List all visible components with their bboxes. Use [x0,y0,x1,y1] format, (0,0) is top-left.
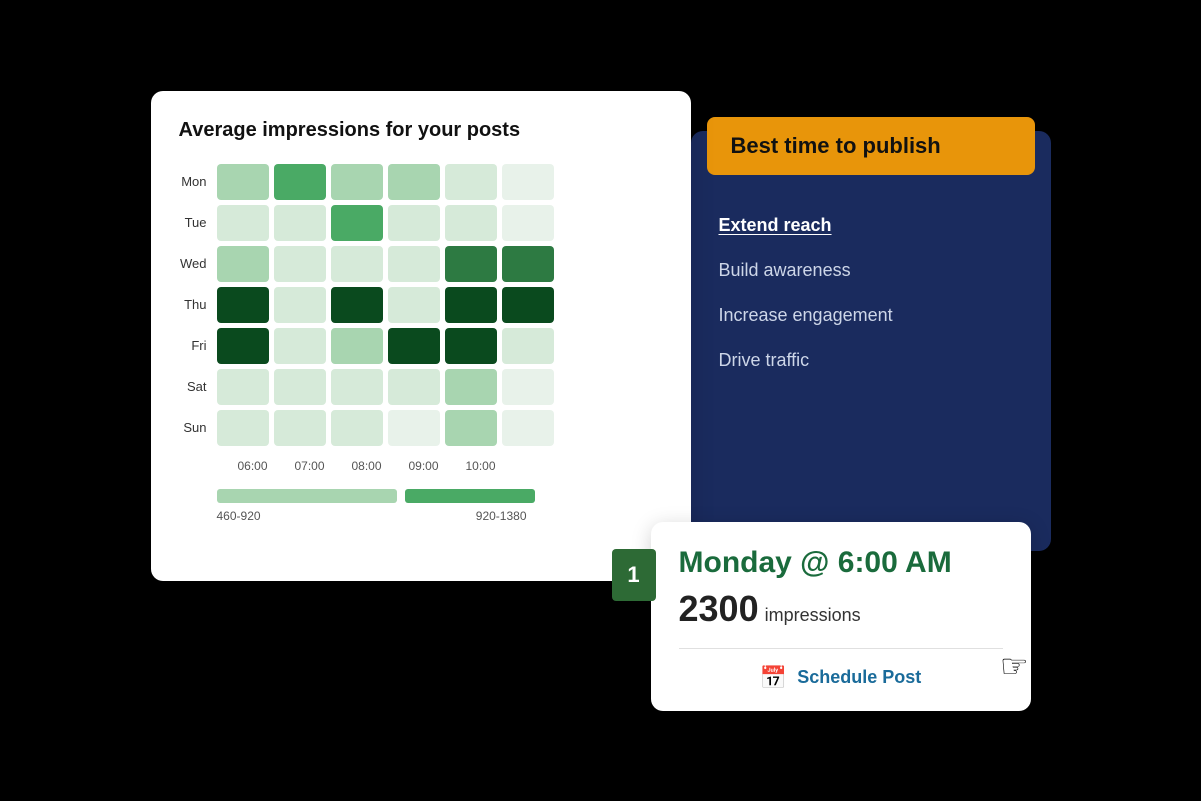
heatmap-grid: Mon Tue [179,164,659,451]
day-label-sat: Sat [179,379,217,394]
cell [331,246,383,282]
cell [502,164,554,200]
heatmap-row-tue: Tue [179,205,659,241]
day-label-fri: Fri [179,338,217,353]
best-time-text: Best time to publish [731,133,941,158]
menu-item-extend-reach[interactable]: Extend reach [719,203,1023,248]
cell [388,369,440,405]
time-label-1000: 10:00 [455,459,507,473]
result-divider [679,648,1003,649]
cell [274,287,326,323]
cell [502,328,554,364]
cell [502,287,554,323]
cell [331,287,383,323]
legend-bars [217,489,659,503]
menu-item-build-awareness[interactable]: Build awareness [719,248,1023,293]
cell [331,410,383,446]
cell [388,410,440,446]
cell [274,205,326,241]
cell [445,287,497,323]
cell [502,246,554,282]
cell [217,205,269,241]
legend-area: 460-920 920-1380 [179,489,659,523]
result-impressions: 2300 impressions [679,588,1003,630]
cell [445,205,497,241]
day-label-wed: Wed [179,256,217,271]
result-card: Monday @ 6:00 AM 2300 impressions 📅 Sche… [651,522,1031,711]
rank-badge: 1 [612,549,656,601]
time-label-0900: 09:00 [398,459,450,473]
calendar-icon: 📅 [760,665,787,691]
menu-item-increase-engagement[interactable]: Increase engagement [719,293,1023,338]
heatmap-row-sun: Sun [179,410,659,446]
time-labels: 06:00 07:00 08:00 09:00 10:00 [179,459,659,473]
cell [274,410,326,446]
schedule-post-button[interactable]: 📅 Schedule Post [679,665,1003,691]
schedule-label: Schedule Post [797,667,921,688]
day-label-thu: Thu [179,297,217,312]
cell [331,164,383,200]
heatmap-row-sat: Sat [179,369,659,405]
cell [217,410,269,446]
menu-list: Extend reach Build awareness Increase en… [691,175,1051,403]
heatmap-row-wed: Wed [179,246,659,282]
cell [388,205,440,241]
cell [274,164,326,200]
result-impressions-label: impressions [765,605,861,626]
heatmap-card: Average impressions for your posts Mon T… [151,91,691,581]
heatmap-row-mon: Mon [179,164,659,200]
cell [445,410,497,446]
cell [388,246,440,282]
best-time-banner: Best time to publish [707,117,1035,175]
time-label-0700: 07:00 [284,459,336,473]
cell [274,246,326,282]
legend-label-high: 920-1380 [397,509,527,523]
cursor-icon: ☞ [1000,647,1029,685]
heatmap-title: Average impressions for your posts [179,119,659,142]
cell [388,328,440,364]
cell [502,369,554,405]
cell [217,287,269,323]
cell [388,164,440,200]
cell [445,369,497,405]
day-label-tue: Tue [179,215,217,230]
cell [445,164,497,200]
cell [445,246,497,282]
day-label-sun: Sun [179,420,217,435]
cell [502,205,554,241]
cell [331,205,383,241]
time-label-0800: 08:00 [341,459,393,473]
blue-card: Best time to publish Extend reach Build … [691,131,1051,551]
cell [217,328,269,364]
legend-bar-high [405,489,535,503]
heatmap-row-fri: Fri [179,328,659,364]
cell [331,328,383,364]
cell [274,328,326,364]
result-number: 2300 [679,588,759,630]
menu-item-drive-traffic[interactable]: Drive traffic [719,338,1023,383]
legend-label-low: 460-920 [217,509,397,523]
legend-labels: 460-920 920-1380 [217,509,659,523]
time-label-0600: 06:00 [227,459,279,473]
cell [217,164,269,200]
cell [388,287,440,323]
cell [445,328,497,364]
cell [217,369,269,405]
legend-bar-low [217,489,397,503]
day-label-mon: Mon [179,174,217,189]
cell [502,410,554,446]
result-day-time: Monday @ 6:00 AM [679,546,1003,580]
cell [217,246,269,282]
cell [331,369,383,405]
cell [274,369,326,405]
heatmap-row-thu: Thu [179,287,659,323]
